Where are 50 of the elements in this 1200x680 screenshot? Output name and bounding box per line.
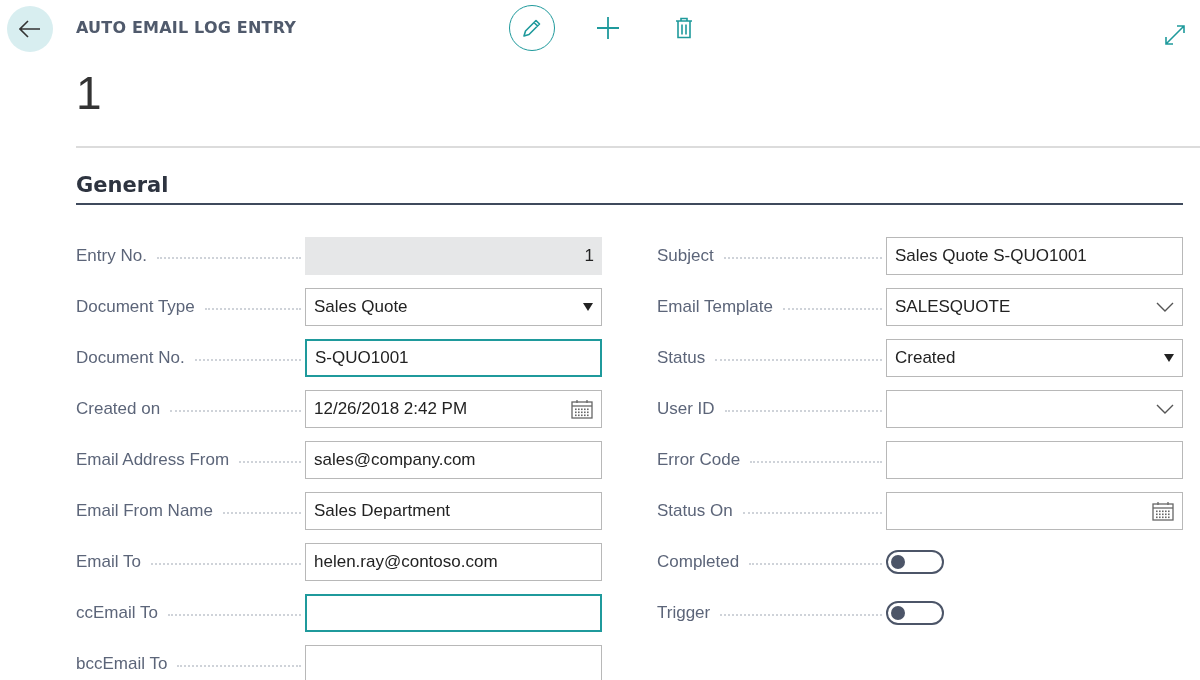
page-title: AUTO EMAIL LOG ENTRY (76, 17, 298, 37)
pencil-icon (521, 17, 543, 39)
input-field[interactable]: Sales Quote S-QUO1001 (886, 236, 1183, 275)
back-button[interactable] (7, 6, 53, 52)
field-label: Email From Name (76, 500, 213, 521)
field-label: Created on (76, 398, 161, 419)
caret-icon (1164, 353, 1174, 362)
field-label: Document No. (76, 347, 185, 368)
field-label: Subject (657, 245, 714, 266)
input-field[interactable]: Sales Department (305, 491, 602, 530)
section-title: General (76, 173, 170, 197)
input-field[interactable] (305, 593, 602, 632)
trash-icon (675, 17, 693, 39)
field-label: Email Address From (76, 449, 230, 470)
field-label: ccEmail To (76, 602, 158, 623)
toggle-switch[interactable] (886, 549, 944, 574)
input-field[interactable] (305, 644, 602, 680)
chevron-down-icon (1156, 301, 1174, 312)
field-label: Entry No. (76, 245, 147, 266)
field-label: Status (657, 347, 706, 368)
field-label: bccEmail To (76, 653, 168, 674)
dropdown-field[interactable] (886, 389, 1183, 428)
input-field[interactable]: sales@company.com (305, 440, 602, 479)
plus-icon (596, 16, 620, 40)
date-field[interactable] (886, 491, 1183, 530)
expand-icon (1164, 24, 1186, 46)
dropdown-field[interactable]: Sales Quote (305, 287, 602, 326)
field-label: Email Template (657, 296, 773, 317)
field-label: Error Code (657, 449, 741, 470)
dropdown-field[interactable]: Created (886, 338, 1183, 377)
input-field: 1 (305, 236, 602, 275)
field-label: Trigger (657, 602, 711, 623)
field-label: User ID (657, 398, 715, 419)
record-number: 1 (76, 66, 103, 121)
input-field[interactable]: S-QUO1001 (305, 338, 602, 377)
field-label: Status On (657, 500, 733, 521)
calendar-icon (571, 398, 593, 419)
field-label: Completed (657, 551, 740, 572)
dropdown-field[interactable]: SALESQUOTE (886, 287, 1183, 326)
toggle-switch[interactable] (886, 600, 944, 625)
chevron-down-icon (1156, 403, 1174, 414)
edit-button[interactable] (509, 5, 555, 51)
input-field[interactable]: helen.ray@contoso.com (305, 542, 602, 581)
caret-icon (583, 302, 593, 311)
calendar-icon (1152, 500, 1174, 521)
field-label: Email To (76, 551, 141, 572)
field-label: Document Type (76, 296, 195, 317)
date-field[interactable]: 12/26/2018 2:42 PM (305, 389, 602, 428)
back-arrow-icon (19, 20, 41, 38)
input-field[interactable] (886, 440, 1183, 479)
